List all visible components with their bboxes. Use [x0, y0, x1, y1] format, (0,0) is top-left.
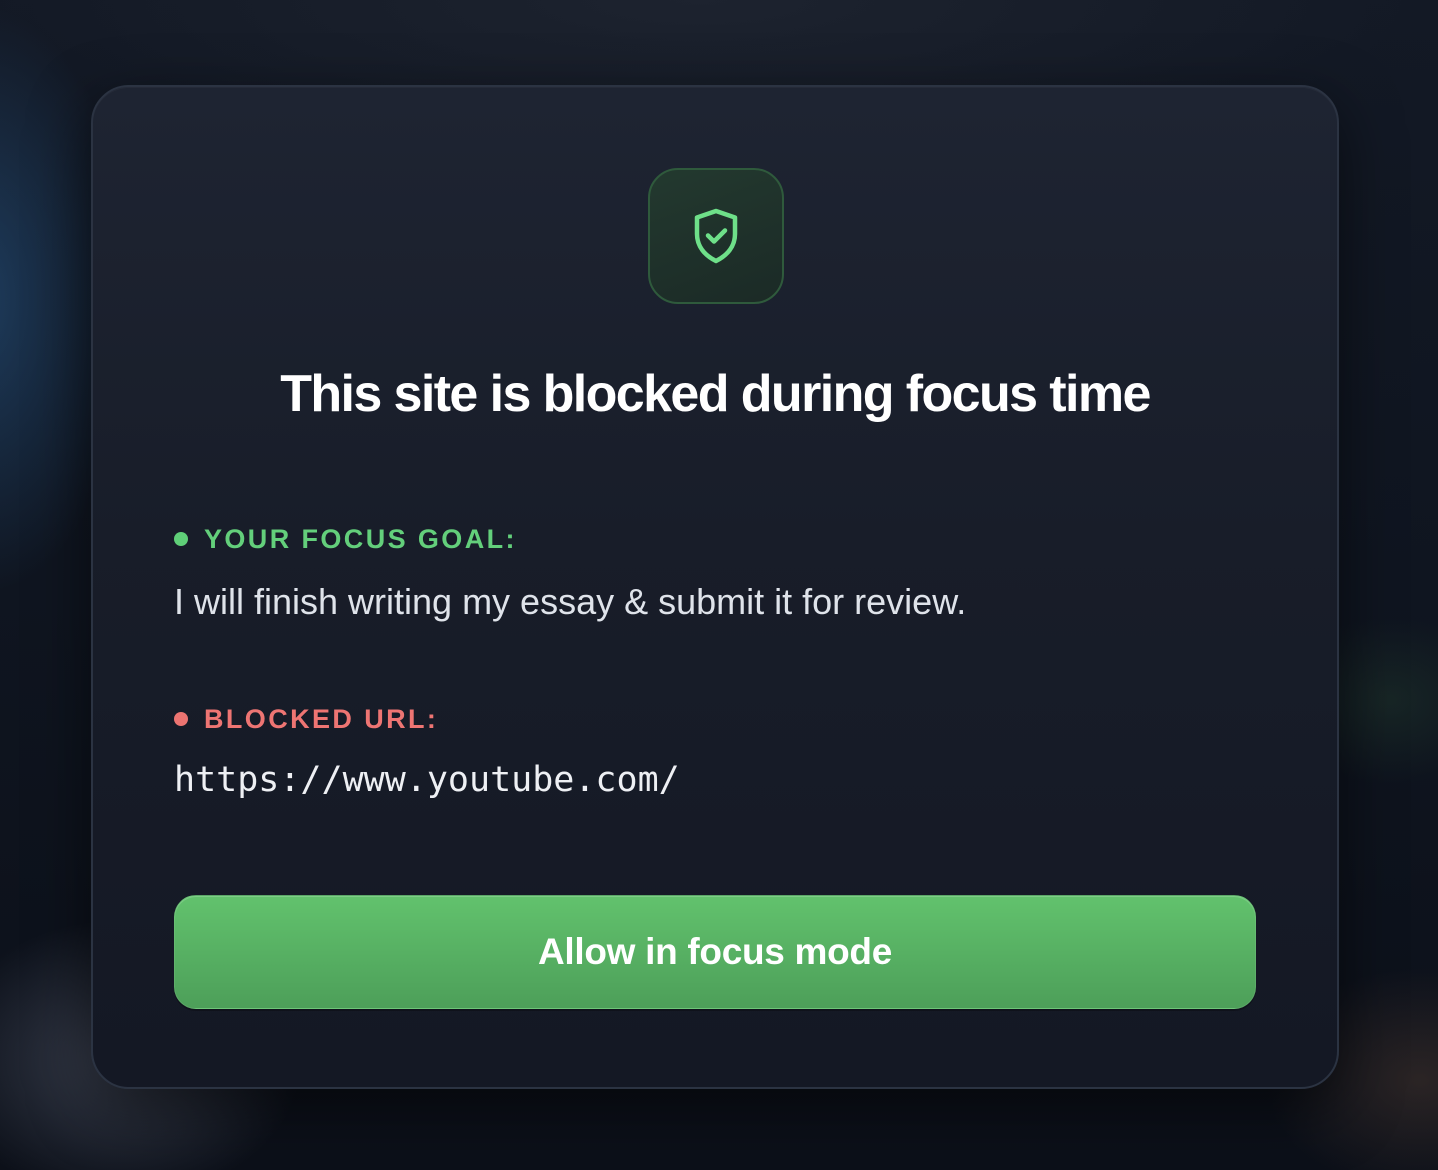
focus-goal-label-row: YOUR FOCUS GOAL:	[174, 519, 1256, 559]
focus-goal-text: I will finish writing my essay & submit …	[174, 581, 967, 622]
red-dot-icon	[174, 712, 188, 726]
blocked-url-section: BLOCKED URL: https://www.youtube.com/	[174, 699, 1256, 803]
shield-check-icon	[694, 208, 738, 264]
green-dot-icon	[174, 532, 188, 546]
blocked-url-label-row: BLOCKED URL:	[174, 699, 1256, 739]
blocked-site-dialog: This site is blocked during focus time Y…	[91, 85, 1339, 1089]
blocked-url-text: https://www.youtube.com/	[174, 760, 680, 800]
shield-badge	[648, 168, 784, 304]
focus-goal-label: YOUR FOCUS GOAL:	[204, 523, 517, 554]
blocked-url-label: BLOCKED URL:	[204, 703, 439, 734]
focus-goal-section: YOUR FOCUS GOAL: I will finish writing m…	[174, 519, 1256, 625]
page-title: This site is blocked during focus time	[280, 365, 1151, 423]
allow-in-focus-mode-button[interactable]: Allow in focus mode	[174, 895, 1256, 1009]
